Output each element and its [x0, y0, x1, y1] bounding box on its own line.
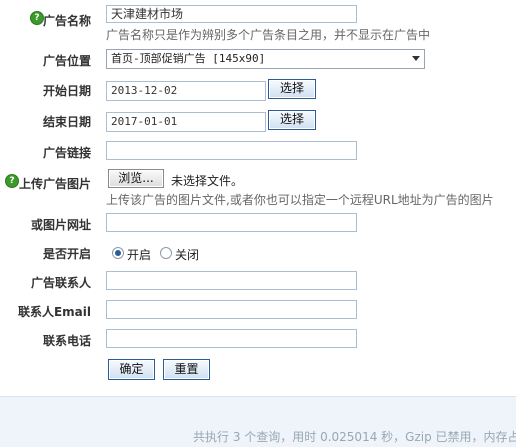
ad-name-input[interactable]: 天津建材市场 — [106, 5, 357, 23]
email-label: 联系人Email — [17, 305, 91, 319]
ad-image-hint: 上传该广告的图片文件,或者你也可以指定一个远程URL地址为广告的图片 — [106, 193, 494, 207]
help-icon[interactable]: ? — [30, 11, 44, 25]
phone-input[interactable] — [106, 329, 357, 348]
start-date-select-button[interactable]: 选择 — [268, 79, 316, 99]
ad-position-label: 广告位置 — [42, 54, 91, 68]
ad-link-label: 广告链接 — [42, 146, 91, 160]
enabled-label: 是否开启 — [42, 247, 91, 261]
no-file-text: 未选择文件。 — [171, 174, 244, 188]
start-date-input[interactable]: 2013-12-02 — [106, 81, 266, 101]
contact-input[interactable] — [106, 271, 357, 290]
end-date-select-button[interactable]: 选择 — [268, 110, 316, 130]
ad-link-input[interactable] — [106, 141, 357, 160]
footer-stats: 共执行 3 个查询，用时 0.025014 秒，Gzip 已禁用，内存占用 — [193, 430, 516, 444]
image-url-label: 或图片网址 — [30, 218, 91, 232]
ad-name-label: 广告名称 — [42, 14, 91, 28]
enabled-on-label[interactable]: 开启 — [127, 246, 151, 263]
contact-label: 广告联系人 — [30, 276, 91, 290]
chevron-down-icon — [412, 56, 420, 61]
start-date-label: 开始日期 — [42, 84, 91, 98]
ad-name-hint: 广告名称只是作为辨别多个广告条目之用，并不显示在广告中 — [106, 28, 431, 42]
phone-label: 联系电话 — [42, 334, 91, 348]
reset-button[interactable]: 重置 — [163, 359, 210, 380]
ad-position-value: 首页-顶部促销广告 [145x90] — [111, 52, 266, 65]
help-icon[interactable]: ? — [5, 174, 19, 188]
enabled-off-label[interactable]: 关闭 — [175, 246, 199, 263]
enabled-on-radio[interactable] — [112, 247, 124, 259]
email-input[interactable] — [106, 300, 357, 319]
submit-button[interactable]: 确定 — [108, 359, 155, 380]
image-url-input[interactable] — [106, 213, 357, 232]
end-date-label: 结束日期 — [42, 115, 91, 129]
browse-button[interactable]: 浏览... — [108, 169, 164, 188]
end-date-input[interactable]: 2017-01-01 — [106, 112, 266, 132]
ad-position-select[interactable]: 首页-顶部促销广告 [145x90] — [106, 49, 425, 69]
ad-image-label: 上传广告图片 — [18, 177, 91, 191]
enabled-off-radio[interactable] — [160, 247, 172, 259]
